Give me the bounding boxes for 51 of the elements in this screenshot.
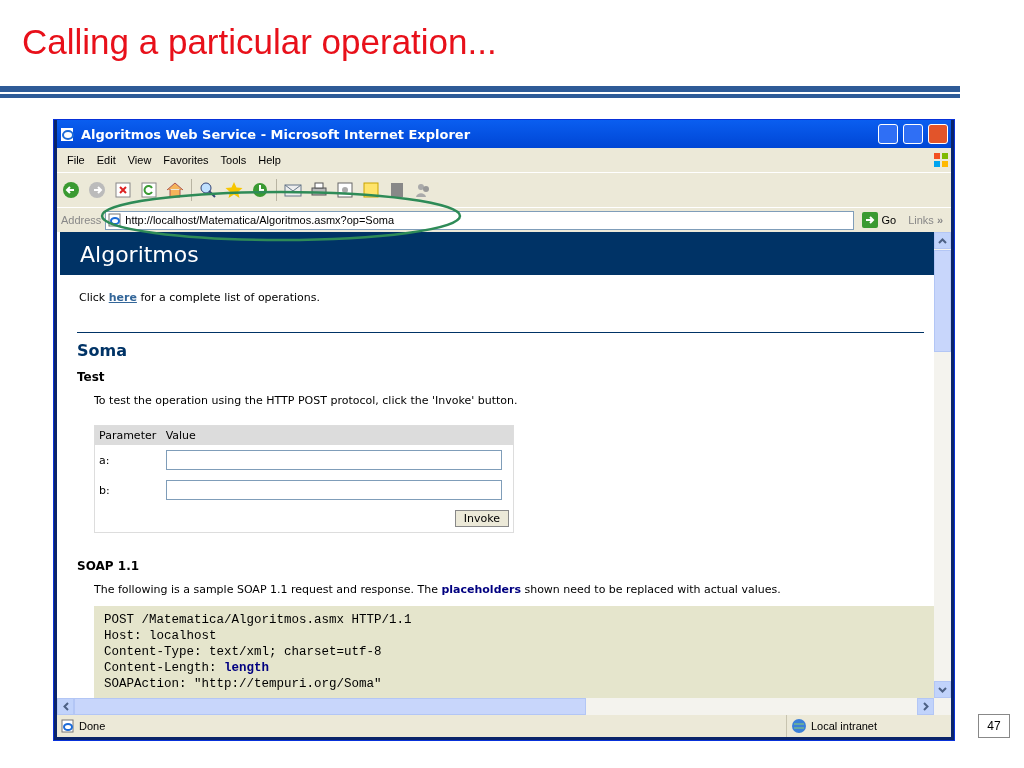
parameter-input[interactable] [165,480,502,500]
menu-item[interactable]: Help [252,152,287,168]
intro-text: Click here for a complete list of operations. [79,291,321,304]
address-label: Address [61,214,102,226]
soap-heading: SOAP 1.1 [77,559,141,573]
chevron-right-icon [922,702,929,711]
menu-item[interactable]: Favorites [157,152,215,168]
invoke-button[interactable]: Invoke [454,510,509,527]
back-icon[interactable] [61,180,81,200]
page-header: Algoritmos [60,232,934,275]
page-number: 47 [978,714,1010,738]
menu-item[interactable]: Tools [214,152,253,168]
menu-item[interactable]: View [121,152,158,168]
column-header: Parameter [94,425,162,445]
operation-heading: Soma [77,341,128,360]
test-description: To test the operation using the HTTP POST protocol, click the 'Invoke' button. [94,394,519,407]
star-icon[interactable] [224,180,244,200]
zone-text: Local intranet [811,720,878,732]
parameter-label: a: [94,445,162,475]
chevron-left-icon [62,702,69,711]
code-sample: POST /Matematica/Algoritmos.asmx HTTP/1.1 Host: localhost Content-Type: text/xml; charset=utf-8 Content-Length: length SOAPAction: "http://tempuri.org/Soma" [94,606,934,698]
scroll-left-button[interactable] [57,698,74,715]
vertical-scroll-thumb[interactable] [934,250,951,352]
address-field[interactable]: http://localhost/Matematica/Algoritmos.asmx?op=Soma [105,210,855,230]
horizontal-scroll-thumb[interactable] [74,698,586,715]
menu-item[interactable]: File [61,152,91,168]
refresh-icon[interactable] [139,180,159,200]
windows-flag-icon [931,151,951,169]
globe-icon [791,718,807,734]
clock-icon[interactable] [250,180,270,200]
operations-link[interactable]: here [108,291,137,304]
status-text: Done [79,720,106,732]
stop-icon[interactable] [113,180,133,200]
chevron-up-icon [938,237,947,244]
parameter-label: b: [94,475,162,505]
ie-page-icon [108,213,123,227]
scroll-right-button[interactable] [917,698,934,715]
search-icon[interactable] [198,180,218,200]
menu-item[interactable]: Edit [90,152,122,168]
slide-title: Calling a particular operation... [22,22,497,62]
soap-description: The following is a sample SOAP 1.1 request and response. The placeholders shown need to be replaced with actual values. [94,583,782,596]
ie-page-icon [61,719,75,733]
window-title: Algoritmos Web Service - Microsoft Internet Explorer [81,126,472,142]
test-heading: Test [77,370,106,384]
go-button[interactable]: Go [858,212,901,228]
parameter-input[interactable] [165,450,502,470]
chevron-down-icon [938,686,947,693]
scroll-up-button[interactable] [934,232,951,249]
column-header: Value [161,425,514,445]
home-icon[interactable] [165,180,185,200]
scroll-down-button[interactable] [934,681,951,698]
